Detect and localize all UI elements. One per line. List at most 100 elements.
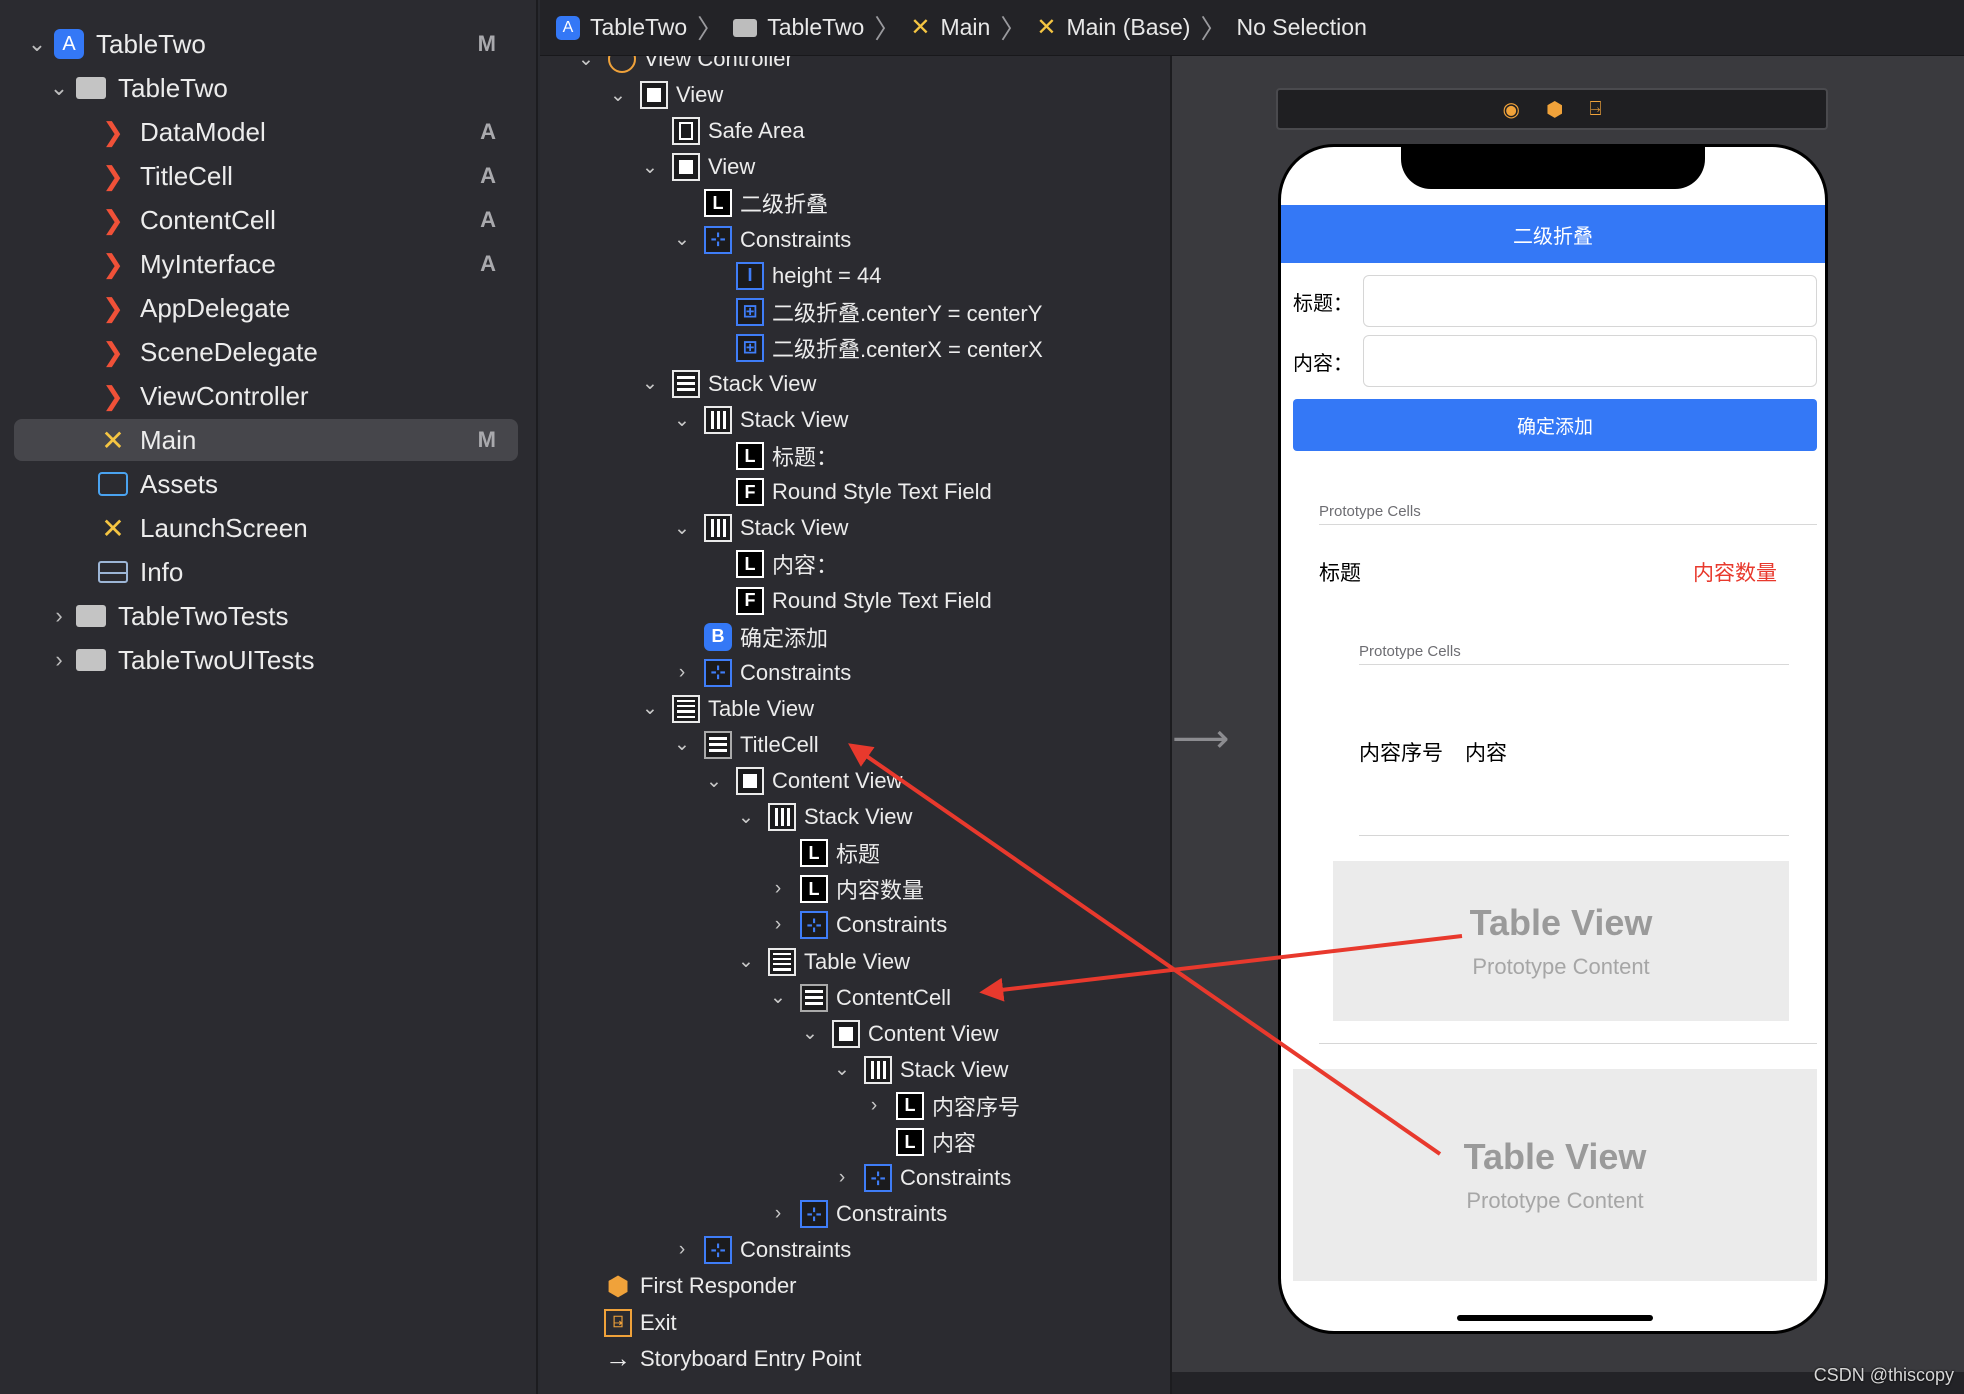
disclosure-open-icon[interactable]: ⌄ (670, 733, 694, 756)
disclosure-open-icon[interactable]: ⌄ (798, 1022, 822, 1045)
outline-row[interactable]: ⌄ View (642, 150, 755, 184)
disclosure-open-icon[interactable]: ⌄ (734, 950, 758, 973)
view-controller-icon[interactable]: ◉ (1503, 97, 1520, 122)
disclosure-open-icon[interactable]: ⌄ (670, 409, 694, 432)
navigator-item[interactable]: ❯ ViewController (14, 375, 518, 417)
disclosure-closed-icon[interactable]: › (766, 1203, 790, 1225)
storyboard-canvas[interactable]: ◉ ⬢ ⍈ ⟶ 二级折叠 标题： 内容： 确定添加 Prototype Cell… (1172, 56, 1964, 1394)
outline-row[interactable]: ⌄ Stack View (642, 367, 816, 401)
navigator-item[interactable]: ⌄ A TableTwo M (14, 23, 518, 65)
outline-row[interactable]: › L 内容数量 (775, 872, 924, 906)
outline-row[interactable]: › L 内容序号 (871, 1089, 1020, 1123)
outline-row[interactable]: ⌄ TitleCell (674, 728, 819, 762)
outline-row[interactable]: ⌄ ⊹ Constraints (674, 223, 851, 257)
outline-row[interactable]: Iheight = 44 (736, 259, 881, 293)
outline-row[interactable]: ⌄ Table View (738, 945, 910, 979)
navigator-item[interactable]: ❯ TitleCell A (14, 155, 518, 197)
outline-row[interactable]: ⊞ 二级折叠.centerX = centerX (736, 331, 1043, 365)
disclosure-closed-icon[interactable]: › (830, 1167, 854, 1189)
outline-row[interactable]: L 标题 (800, 836, 880, 870)
exit-icon[interactable]: ⍈ (1589, 98, 1601, 121)
disclosure-closed-icon[interactable]: › (670, 1239, 694, 1261)
outline-row[interactable]: ⌄ Stack View (738, 800, 912, 834)
disclosure-open-icon[interactable]: ⌄ (670, 228, 694, 251)
outline-row[interactable]: ⍈ Exit (604, 1306, 677, 1340)
outline-row[interactable]: ⌄ ContentCell (770, 981, 951, 1015)
disclosure-closed-icon[interactable]: › (862, 1095, 886, 1117)
content-text-field[interactable] (1363, 335, 1817, 387)
outline-row[interactable]: ⌄ View (610, 78, 723, 112)
disclosure-open-icon[interactable]: ⌄ (24, 31, 50, 57)
navigator-item[interactable]: ❯ SceneDelegate (14, 331, 518, 373)
outline-row[interactable]: F Round Style Text Field (736, 475, 992, 509)
outline-row[interactable]: ⊞ 二级折叠.centerY = centerY (736, 295, 1042, 329)
disclosure-open-icon[interactable]: ⌄ (638, 372, 662, 395)
outline-row-label: Storyboard Entry Point (640, 1345, 862, 1371)
title-cell-title[interactable]: 标题 (1319, 557, 1361, 587)
outline-row[interactable]: Safe Area (672, 114, 805, 148)
navigator-item[interactable]: ❯ MyInterface A (14, 243, 518, 285)
content-cell-text[interactable]: 内容 (1465, 737, 1507, 767)
outline-row[interactable]: › ⊹ Constraints (775, 1197, 947, 1231)
navigator-item[interactable]: › TableTwoUITests (14, 639, 518, 681)
outline-row[interactable]: → Storyboard Entry Point (604, 1342, 861, 1376)
jumpbar-selection[interactable]: No Selection (1236, 14, 1366, 41)
navigator-item[interactable]: › TableTwoTests (14, 595, 518, 637)
navigator-item[interactable]: ✕ LaunchScreen (14, 507, 518, 549)
navigator-item[interactable]: ✕ Main M (14, 419, 518, 461)
title-text-field[interactable] (1363, 275, 1817, 327)
disclosure-closed-icon[interactable]: › (766, 878, 790, 900)
disclosure-open-icon[interactable]: ⌄ (638, 697, 662, 720)
outline-row[interactable]: ⌄ Content View (706, 764, 902, 798)
jumpbar-localization[interactable]: ✕ Main (Base) (1036, 13, 1190, 42)
disclosure-closed-icon[interactable]: › (670, 662, 694, 684)
navigator-item[interactable]: Info (14, 551, 518, 593)
outline-row[interactable]: › ⊹ Constraints (839, 1161, 1011, 1195)
outline-row[interactable]: L 内容 (896, 1125, 976, 1159)
iphone-scene[interactable]: 二级折叠 标题： 内容： 确定添加 Prototype Cells 标题 内容数… (1278, 144, 1828, 1334)
jumpbar-storyboard[interactable]: ✕ Main (910, 13, 990, 42)
outline-row[interactable]: ⌄ View Controller (578, 56, 793, 76)
jumpbar-project[interactable]: A TableTwo (556, 14, 687, 41)
disclosure-open-icon[interactable]: ⌄ (46, 75, 72, 101)
outline-row[interactable]: ⌄ Table View (642, 692, 814, 726)
disclosure-open-icon[interactable]: ⌄ (702, 770, 726, 793)
disclosure-open-icon[interactable]: ⌄ (766, 986, 790, 1009)
disclosure-open-icon[interactable]: ⌄ (670, 517, 694, 540)
first-responder-icon[interactable]: ⬢ (1546, 97, 1563, 122)
disclosure-open-icon[interactable]: ⌄ (734, 806, 758, 829)
outline-row[interactable]: ⌄ Stack View (674, 403, 848, 437)
jumpbar-folder[interactable]: TableTwo (733, 14, 864, 41)
disclosure-open-icon[interactable]: ⌄ (830, 1058, 854, 1081)
navigator-item[interactable]: Assets (14, 463, 518, 505)
outline-row[interactable]: ⌄ Content View (802, 1017, 998, 1051)
outline-row[interactable]: B 确定添加 (704, 620, 828, 654)
outline-row-label: 内容 (932, 1131, 977, 1156)
disclosure-open-icon[interactable]: ⌄ (574, 56, 598, 71)
entry-point-arrow-icon[interactable]: ⟶ (1172, 716, 1229, 762)
inner-table-view-placeholder[interactable]: Table View Prototype Content (1333, 861, 1789, 1021)
disclosure-closed-icon[interactable]: › (766, 914, 790, 936)
disclosure-open-icon[interactable]: ⌄ (606, 84, 630, 107)
outline-row[interactable]: F Round Style Text Field (736, 584, 992, 618)
outline-row[interactable]: › ⊹ Constraints (679, 656, 851, 690)
navigator-item[interactable]: ❯ DataModel A (14, 111, 518, 153)
outline-row[interactable]: › ⊹ Constraints (679, 1233, 851, 1267)
navigator-item[interactable]: ❯ ContentCell A (14, 199, 518, 241)
navigator-item[interactable]: ❯ AppDelegate (14, 287, 518, 329)
disclosure-open-icon[interactable]: ⌄ (638, 156, 662, 179)
outline-row[interactable]: L 二级折叠 (704, 186, 828, 220)
outline-row[interactable]: L 标题： (736, 439, 838, 473)
add-button[interactable]: 确定添加 (1293, 399, 1817, 451)
content-cell-index[interactable]: 内容序号 (1359, 737, 1443, 767)
disclosure-closed-icon[interactable]: › (46, 647, 72, 673)
outline-row[interactable]: ⌄ Stack View (674, 511, 848, 545)
disclosure-closed-icon[interactable]: › (46, 603, 72, 629)
outline-row[interactable]: L 内容： (736, 547, 838, 581)
outer-table-view-placeholder[interactable]: Table View Prototype Content (1293, 1069, 1817, 1281)
outline-row[interactable]: ⬢ First Responder (604, 1269, 797, 1303)
title-cell-count[interactable]: 内容数量 (1693, 557, 1777, 587)
outline-row[interactable]: ⌄ Stack View (834, 1053, 1008, 1087)
navigator-item[interactable]: ⌄ TableTwo (14, 67, 518, 109)
outline-row[interactable]: › ⊹ Constraints (775, 908, 947, 942)
